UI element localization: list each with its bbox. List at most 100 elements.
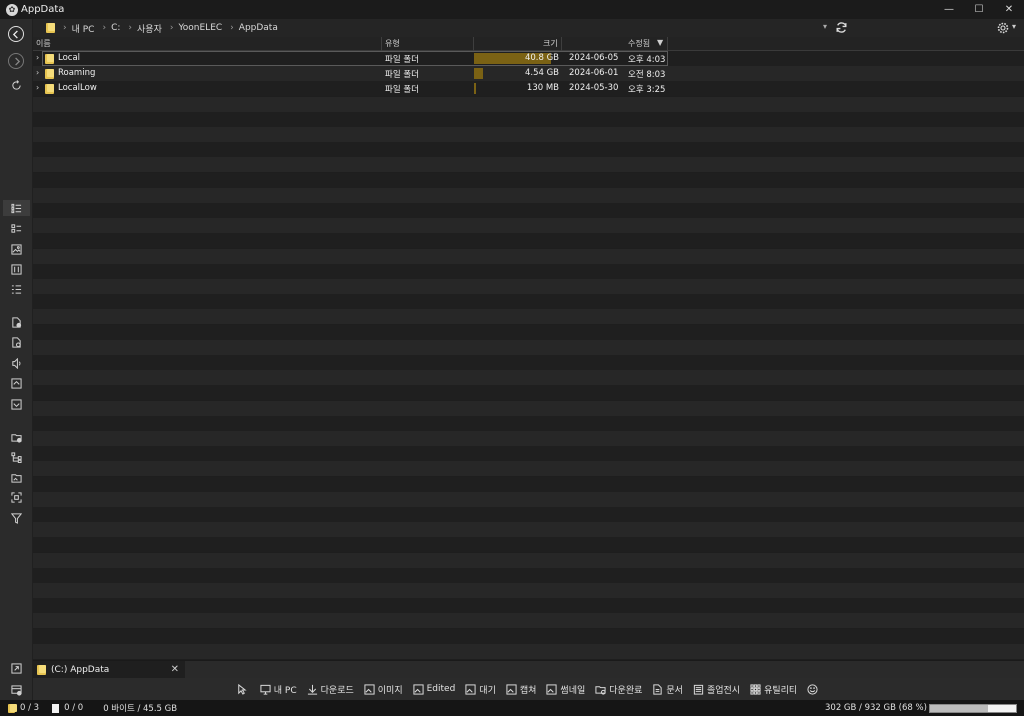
row-stripe xyxy=(33,218,1024,234)
file-time: 오후 3:25 xyxy=(628,85,666,96)
audio-button[interactable] xyxy=(7,355,26,371)
file-date: 2024-05-30 xyxy=(569,83,619,94)
file-date: 2024-06-05 xyxy=(569,53,619,63)
close-window-button[interactable]: ✕ xyxy=(994,0,1024,19)
maximize-button[interactable]: ☐ xyxy=(964,0,994,19)
refresh-button[interactable] xyxy=(7,77,26,93)
settings-dropdown-icon[interactable]: ▾ xyxy=(1012,22,1016,31)
columns-view-button[interactable] xyxy=(7,261,26,277)
tray-down-icon xyxy=(11,398,22,410)
image-folder-button[interactable] xyxy=(7,469,26,485)
quick-graduation[interactable]: 졸업전시 xyxy=(693,683,740,696)
row-stripe xyxy=(33,476,1024,492)
breadcrumb-appdata[interactable]: AppData xyxy=(239,23,278,33)
file-size: 4.54 GB xyxy=(524,68,559,79)
expand-chevron-icon[interactable]: › xyxy=(36,53,39,62)
close-icon[interactable]: ✕ xyxy=(171,664,179,675)
minimize-button[interactable]: — xyxy=(934,0,964,19)
quick-my-pc-label: 내 PC xyxy=(273,685,297,696)
row-stripe xyxy=(33,263,1024,279)
forward-button[interactable] xyxy=(8,53,24,69)
download-icon xyxy=(307,684,317,695)
column-name[interactable]: 이름 xyxy=(36,38,51,49)
expand-chevron-icon[interactable]: › xyxy=(36,83,39,92)
breadcrumb-my-pc[interactable]: 내 PC xyxy=(72,22,95,35)
expand-chevron-icon[interactable]: › xyxy=(36,68,39,77)
tab-appdata[interactable]: (C:) AppData ✕ xyxy=(33,661,185,679)
folder-tree-button[interactable] xyxy=(7,449,26,465)
details-view-button[interactable] xyxy=(3,200,30,216)
quick-download-done[interactable]: 다운완료 xyxy=(595,683,642,696)
window-title: AppData xyxy=(21,4,65,15)
row-stripe xyxy=(33,142,1024,158)
row-stripe xyxy=(33,446,1024,462)
table-row[interactable]: › Roaming 파일 폴더 4.54 GB 2024-06-01 오전 8:03 xyxy=(33,66,668,81)
column-divider xyxy=(667,37,668,51)
sync-icon[interactable] xyxy=(835,21,848,34)
filter-icon xyxy=(11,512,22,524)
columns-icon xyxy=(11,263,22,275)
row-stripe xyxy=(33,157,1024,173)
table-row[interactable]: › Local 파일 폴더 40.8 GB 2024-06-05 오후 4:03 xyxy=(33,51,668,66)
size-share-bar xyxy=(474,68,483,80)
quick-capture-label: 캡쳐 xyxy=(519,685,537,696)
file-size: 130 MB xyxy=(526,83,559,94)
select-area-button[interactable] xyxy=(7,489,26,505)
column-size[interactable]: 크기 xyxy=(543,38,558,49)
row-stripe xyxy=(33,324,1024,340)
row-stripe xyxy=(33,339,1024,355)
quick-queue[interactable]: 대기 xyxy=(465,683,496,696)
new-file-button[interactable] xyxy=(7,314,26,330)
row-stripe xyxy=(33,385,1024,401)
quick-images[interactable]: 이미지 xyxy=(364,683,403,696)
file-settings-button[interactable] xyxy=(7,334,26,350)
quick-capture[interactable]: 캡쳐 xyxy=(506,683,537,696)
file-count: 0 / 0 xyxy=(64,703,84,713)
tree-list-view-button[interactable] xyxy=(7,281,26,297)
panel-settings-button[interactable] xyxy=(7,682,26,698)
image-icon xyxy=(506,683,517,695)
file-time: 오전 8:03 xyxy=(628,70,666,81)
external-open-button[interactable] xyxy=(7,660,26,676)
folder-icon xyxy=(46,23,55,33)
row-stripe xyxy=(33,233,1024,249)
quick-edited[interactable]: Edited xyxy=(413,683,455,695)
filter-button[interactable] xyxy=(7,510,26,526)
image-view-button[interactable] xyxy=(7,241,26,257)
emoji-button[interactable] xyxy=(807,683,821,695)
gear-icon[interactable] xyxy=(997,22,1009,34)
breadcrumb-users[interactable]: 사용자 xyxy=(137,22,162,35)
app-icon: ✿ xyxy=(6,3,18,16)
move-down-button[interactable] xyxy=(7,396,26,412)
address-bar[interactable]: › 내 PC › C: › 사용자 › YoonELEC › AppData ▾… xyxy=(33,19,1024,37)
new-folder-button[interactable] xyxy=(7,429,26,445)
pointer-button[interactable] xyxy=(236,683,250,695)
quick-thumbnail[interactable]: 썸네일 xyxy=(546,683,585,696)
row-stripe xyxy=(33,491,1024,507)
title-bar: ✿ AppData — ☐ ✕ xyxy=(0,0,1024,19)
smile-icon xyxy=(807,683,818,695)
row-stripe xyxy=(33,537,1024,553)
back-button[interactable] xyxy=(8,26,24,42)
history-dropdown-icon[interactable]: ▾ xyxy=(823,22,827,31)
list-view-button[interactable] xyxy=(7,220,26,236)
grid-icon xyxy=(750,683,761,695)
file-gear-icon xyxy=(12,336,21,348)
move-up-button[interactable] xyxy=(7,375,26,391)
list-icon xyxy=(11,223,22,233)
table-row[interactable]: › LocalLow 파일 폴더 130 MB 2024-05-30 오후 3:25 xyxy=(33,81,668,96)
refresh-icon xyxy=(12,79,21,90)
column-modified[interactable]: 수정됨 xyxy=(628,38,650,49)
quick-graduation-label: 졸업전시 xyxy=(706,685,741,696)
disk-usage-fill xyxy=(930,705,989,712)
column-divider xyxy=(561,37,562,51)
quick-documents[interactable]: 문서 xyxy=(652,683,683,696)
quick-downloads[interactable]: 다운로드 xyxy=(307,683,354,696)
breadcrumb-user[interactable]: YoonELEC xyxy=(178,23,222,33)
quick-utility[interactable]: 유틸리티 xyxy=(750,683,797,696)
quick-my-pc[interactable]: 내 PC xyxy=(260,683,297,696)
tree-list-icon xyxy=(11,284,22,294)
breadcrumb-drive[interactable]: C: xyxy=(111,23,120,33)
column-type[interactable]: 유형 xyxy=(385,38,400,49)
folder-gear-icon xyxy=(595,685,606,695)
